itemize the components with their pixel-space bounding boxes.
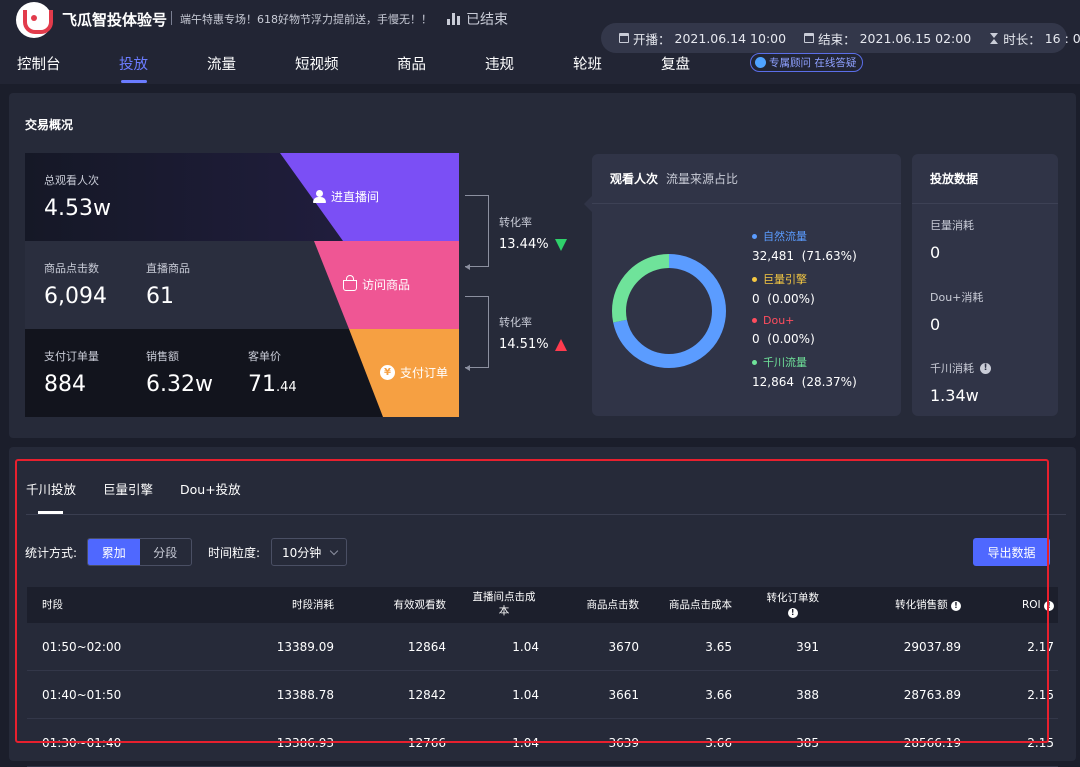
card-notch [584, 196, 592, 212]
legend-name: Dou+ [763, 314, 795, 327]
nav-ads[interactable]: 投放 [119, 53, 148, 74]
legend-dot [752, 359, 757, 365]
conversion-bracket-1 [465, 195, 489, 267]
nav-review[interactable]: 复盘 [661, 53, 690, 74]
calendar-icon [619, 33, 629, 43]
duration-label: 时长： [1003, 31, 1041, 47]
start-time-value: 2021.06.14 10:00 [674, 30, 787, 46]
legend-value: 0 [752, 332, 760, 346]
legend-pct: (0.00%) [767, 332, 815, 346]
legend-name: 千川流量 [763, 356, 807, 369]
calendar-icon [804, 33, 815, 43]
qianchuan-spend-value: 1.34w [930, 386, 979, 405]
conversion-rate-1: 转化率 13.44% [499, 214, 567, 252]
live-slogan: 端午特惠专场！618好物节浮力提前送，手慢无！！ [180, 13, 432, 26]
arrow-left-icon [465, 365, 470, 371]
legend-dot [752, 318, 757, 323]
chat-icon [755, 57, 766, 68]
conversion-bracket-2 [465, 296, 489, 368]
nav-short-video[interactable]: 短视频 [295, 53, 339, 74]
title-divider [171, 11, 172, 25]
funnel-label-pay-order-text: 支付订单 [400, 366, 449, 380]
legend-pct: (71.63%) [801, 249, 857, 263]
basket-icon [343, 275, 357, 291]
conversion-rate-2: 转化率 14.51% [499, 314, 567, 352]
legend-item-dou: Dou+ 0 (0.00%) [752, 314, 857, 346]
dou-spend: Dou+消耗 0 [930, 289, 983, 334]
funnel-label-enter-live: 进直播间 [313, 188, 379, 205]
duration: 时长：16 : 00 [989, 29, 1080, 48]
traffic-source-header: 观看人次 流量来源占比 [592, 154, 901, 204]
live-time-info: 开播： 2021.06.14 10:00 结束： 2021.06.15 02:00 … [601, 23, 1080, 53]
legend-pct: (28.37%) [801, 375, 857, 389]
start-time-label: 开播： [633, 31, 671, 47]
ad-data-card: 投放数据 巨量消耗 0 Dou+消耗 0 千川消耗! 1.34w [912, 154, 1058, 416]
legend-item-juliang: 巨量引擎 0 (0.00%) [752, 271, 857, 306]
arrow-up-icon [554, 338, 567, 351]
legend-dot [752, 233, 757, 239]
nav-console[interactable]: 控制台 [17, 53, 61, 74]
dou-spend-value: 0 [930, 315, 941, 334]
nav-shifts[interactable]: 轮班 [573, 53, 602, 74]
conversion-rate-1-label: 转化率 [499, 216, 532, 229]
legend-pct: (0.00%) [767, 292, 815, 306]
conversion-rate-2-label: 转化率 [499, 316, 532, 329]
funnel-label-pay-order: ¥ 支付订单 [380, 364, 448, 381]
legend-name: 自然流量 [763, 230, 807, 243]
legend-value: 0 [752, 292, 760, 306]
traffic-legend: 自然流量 32,481 (71.63%) 巨量引擎 0 (0.00%) Dou+… [752, 228, 857, 397]
nav-products[interactable]: 商品 [397, 53, 426, 74]
dou-spend-label: Dou+消耗 [930, 291, 984, 304]
legend-value: 32,481 [752, 249, 794, 263]
end-time-label: 结束： [818, 31, 856, 47]
traffic-source-card: 观看人次 流量来源占比 自然流量 32,481 (71.63%) 巨量引擎 0 … [584, 154, 901, 416]
legend-item-qianchuan: 千川流量 12,864 (28.37%) [752, 354, 857, 389]
legend-dot [752, 276, 757, 282]
ad-data-title: 投放数据 [912, 154, 1058, 204]
juliang-spend-value: 0 [930, 243, 941, 262]
juliang-spend: 巨量消耗 0 [930, 217, 974, 262]
funnel-label-visit-product-text: 访问商品 [362, 278, 411, 292]
juliang-spend-label: 巨量消耗 [930, 219, 974, 232]
advisor-button[interactable]: 专属顾问 在线答疑 [750, 53, 864, 72]
traffic-donut-chart [612, 254, 726, 368]
conversion-rate-1-value: 13.44% [499, 237, 549, 252]
top-bar: 飞瓜智投体验号 端午特惠专场！618好物节浮力提前送，手慢无！！ 已结束 开播：… [0, 0, 1080, 84]
user-icon [313, 190, 326, 203]
traffic-title: 观看人次 [610, 172, 659, 186]
overview-title: 交易概况 [25, 118, 74, 132]
start-time: 开播： 2021.06.14 10:00 [619, 29, 786, 48]
live-status: 已结束 [447, 9, 508, 29]
advisor-label: 专属顾问 在线答疑 [769, 57, 857, 69]
app-title: 飞瓜智投体验号 [62, 11, 168, 29]
qianchuan-spend: 千川消耗! 1.34w [930, 360, 991, 405]
traffic-subtitle: 流量来源占比 [666, 172, 739, 186]
app-logo [16, 2, 53, 38]
bar-chart-icon [447, 13, 460, 25]
arrow-left-icon [465, 264, 470, 270]
legend-item-natural: 自然流量 32,481 (71.63%) [752, 228, 857, 263]
funnel-label-enter-live-text: 进直播间 [331, 190, 380, 204]
hourglass-icon [989, 32, 999, 44]
conversion-rate-2-value: 14.51% [499, 337, 549, 352]
legend-name: 巨量引擎 [763, 273, 807, 286]
qianchuan-spend-label: 千川消耗 [930, 362, 974, 375]
live-status-text: 已结束 [466, 12, 508, 28]
highlight-frame [15, 459, 1049, 743]
info-icon[interactable]: ! [980, 362, 991, 374]
funnel-label-visit-product: 访问商品 [343, 275, 411, 293]
yen-icon: ¥ [380, 365, 395, 380]
duration-value: 16 : 00 [1044, 30, 1080, 46]
arrow-down-icon [554, 238, 567, 251]
end-time-value: 2021.06.15 02:00 [859, 30, 972, 46]
nav-violations[interactable]: 违规 [485, 53, 514, 74]
end-time: 结束： 2021.06.15 02:00 [804, 29, 971, 48]
nav-traffic[interactable]: 流量 [207, 53, 236, 74]
nav-active-indicator [121, 80, 147, 83]
legend-value: 12,864 [752, 375, 794, 389]
